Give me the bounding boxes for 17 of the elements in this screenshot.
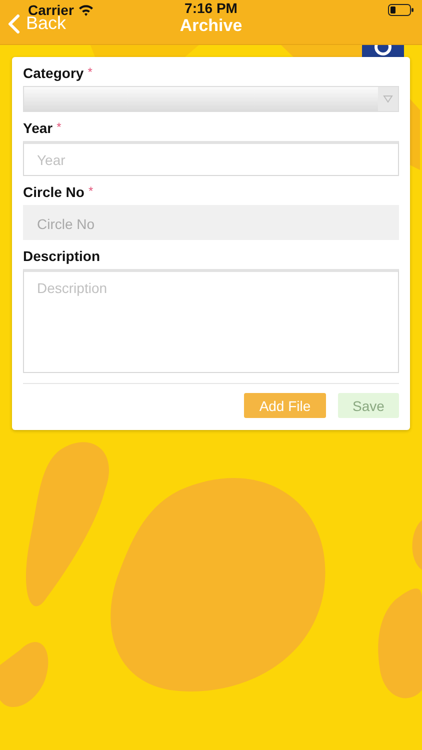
status-time: 7:16 PM [184,0,238,16]
input-field[interactable]: Year [23,141,399,176]
category-dropdown[interactable] [23,86,399,112]
screen-title: Archive [180,16,242,36]
chevron-left-icon [8,14,20,34]
field-label: Year [23,120,53,136]
required-mark: * [56,120,62,134]
add-file-button[interactable]: Add File [244,393,326,418]
description-field[interactable]: Description [23,269,399,373]
wifi-icon [78,4,94,16]
battery-icon [388,4,414,16]
field-label: Description [23,248,100,264]
field-label: Category [23,65,84,81]
required-mark: * [88,65,92,79]
field-label: Circle No [23,184,84,200]
required-mark: * [88,184,94,198]
dropdown-arrow-icon [383,95,393,103]
